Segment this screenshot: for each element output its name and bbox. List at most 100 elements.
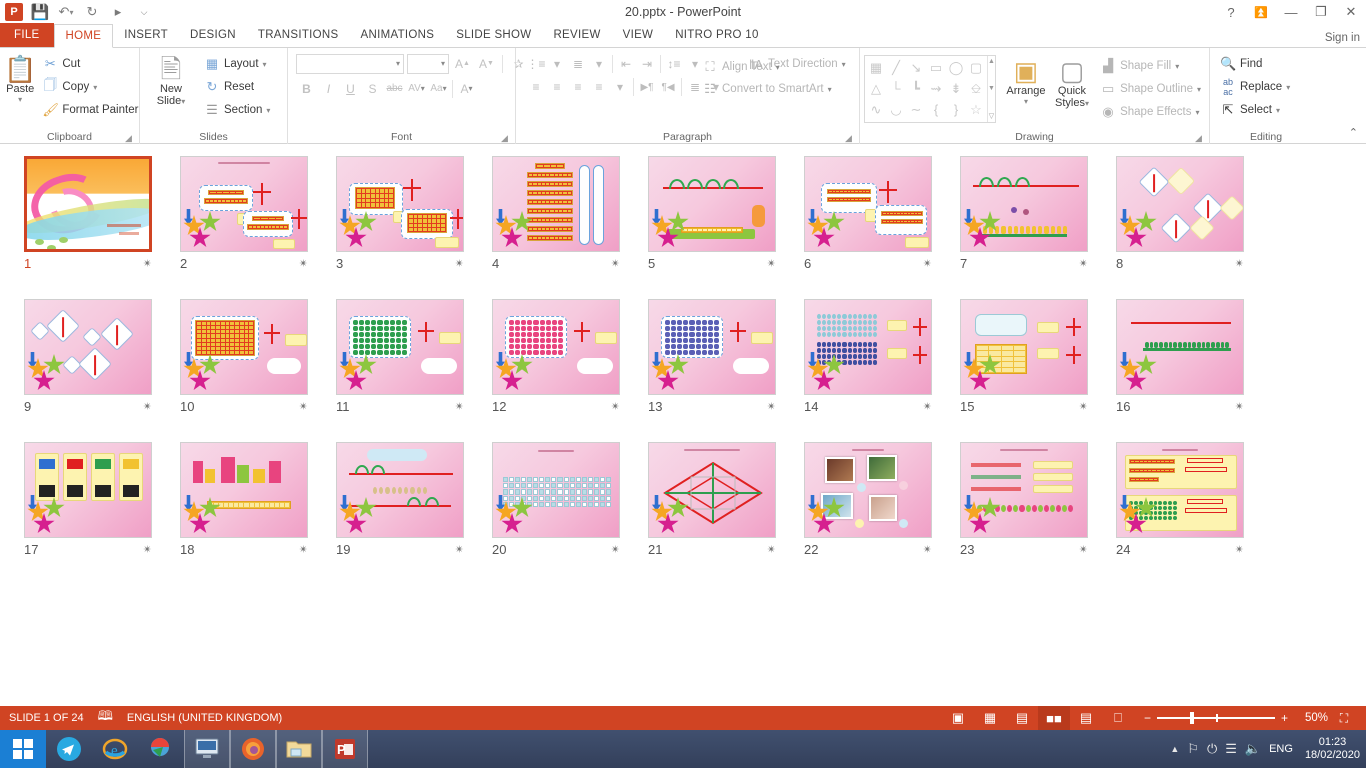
text-shadow-button[interactable]: S [362, 78, 383, 99]
ribbon-tab-strip[interactable]: FILE HOME INSERT DESIGN TRANSITIONS ANIM… [0, 24, 1366, 48]
zoom-out-button[interactable]: − [1144, 711, 1151, 725]
shape-right-brace-icon[interactable]: } [946, 99, 966, 120]
strikethrough-button[interactable]: abc [384, 78, 405, 99]
shape-star-icon[interactable]: ☆ [966, 99, 986, 120]
paste-dropdown-icon[interactable]: ▾ [18, 95, 22, 104]
bullets-button[interactable]: ⋮≡ [526, 54, 546, 74]
tab-slide-show[interactable]: SLIDE SHOW [445, 23, 542, 47]
rtl-direction-button[interactable]: ¶◀ [658, 77, 678, 97]
align-center-button[interactable]: ≡ [547, 77, 567, 97]
section-button[interactable]: ☰ Section ▾ [200, 99, 274, 121]
animation-star-icon[interactable]: ✴ [1235, 400, 1244, 413]
slideshow-view-button[interactable]: ⎕ [1102, 706, 1134, 730]
animation-star-icon[interactable]: ✴ [923, 400, 932, 413]
animation-star-icon[interactable]: ✴ [611, 400, 620, 413]
ltr-direction-button[interactable]: ▶¶ [637, 77, 657, 97]
shapes-scrollbar[interactable]: ▲ ▼ ▽ [987, 56, 995, 122]
animation-star-icon[interactable]: ✴ [299, 543, 308, 556]
new-slide-button[interactable]: 🖹 New Slide▾ [144, 53, 198, 108]
change-case-button[interactable]: Aa▾ [428, 78, 449, 99]
tab-review[interactable]: REVIEW [542, 23, 611, 47]
slide-thumbnail-2[interactable]: 2 ✴ [166, 154, 322, 297]
volume-icon[interactable]: 🔈 [1245, 741, 1261, 757]
justify-dropdown-icon[interactable]: ▾ [610, 77, 630, 97]
slide-thumbnail-6[interactable]: 6 ✴ [790, 154, 946, 297]
animation-star-icon[interactable]: ✴ [299, 400, 308, 413]
font-size-input[interactable]: ▾ [407, 54, 449, 74]
animation-star-icon[interactable]: ✴ [611, 543, 620, 556]
character-spacing-button[interactable]: AV▾ [406, 78, 427, 99]
font-color-button[interactable]: A▾ [456, 78, 477, 99]
idm-icon[interactable] [138, 730, 184, 768]
slide-thumbnail-18[interactable]: 18 ✴ [166, 440, 322, 583]
network-signal-icon[interactable]: ☰ [1225, 741, 1237, 757]
quick-access-toolbar[interactable]: P 💾 ↶▾ ↻ ▸ ⌵ [0, 1, 156, 23]
slide-thumbnail-24[interactable]: 24 ✴ [1102, 440, 1258, 583]
slide-thumbnail-9[interactable]: 9 ✴ [10, 297, 166, 440]
shape-oval-icon[interactable]: ◯ [946, 57, 966, 78]
telegram-icon[interactable] [46, 730, 92, 768]
shape-triangle-icon[interactable]: △ [866, 78, 886, 99]
tab-animations[interactable]: ANIMATIONS [350, 23, 446, 47]
shape-elbow-arrow-icon[interactable]: ┗ [906, 78, 926, 99]
animation-star-icon[interactable]: ✴ [1235, 257, 1244, 270]
language-indicator[interactable]: ENGLISH (UNITED KINGDOM) [127, 712, 282, 724]
zoom-level[interactable]: 50% [1298, 712, 1328, 724]
shapes-more-icon[interactable]: ▽ [989, 112, 994, 120]
select-button[interactable]: ⇱ Select▾ [1216, 99, 1294, 121]
font-dialog-launcher[interactable]: ◢ [500, 134, 509, 143]
animation-star-icon[interactable]: ✴ [611, 257, 620, 270]
customize-qat-icon[interactable]: ⌵ [132, 1, 156, 23]
justify-button[interactable]: ≡ [589, 77, 609, 97]
internet-explorer-icon[interactable]: e [92, 730, 138, 768]
action-center-flag-icon[interactable]: ⚐ [1187, 741, 1199, 757]
decrease-indent-button[interactable]: ⇤ [616, 54, 636, 74]
increase-indent-button[interactable]: ⇥ [637, 54, 657, 74]
tab-transitions[interactable]: TRANSITIONS [247, 23, 350, 47]
slide-thumbnail-12[interactable]: 12 ✴ [478, 297, 634, 440]
slide-thumbnail-22[interactable]: 22 ✴ [790, 440, 946, 583]
scroll-up-icon[interactable]: ▲ [988, 58, 995, 65]
spellcheck-icon[interactable]: 🕮 [98, 707, 113, 729]
quick-styles-button[interactable]: ▢ Quick Styles▾ [1050, 55, 1094, 110]
tab-view[interactable]: VIEW [612, 23, 665, 47]
zoom-in-button[interactable]: + [1281, 711, 1288, 725]
shapes-gallery[interactable]: ▦ ╱ ↘ ▭ ◯ ▢ △ └ ┗ ⇝ ⇟ ⎒ ∿ ◡ ∼ { } [864, 55, 996, 123]
start-slideshow-icon[interactable]: ▸ [106, 1, 130, 23]
ribbon-display-options-button[interactable]: ⏫ [1246, 0, 1276, 24]
align-right-button[interactable]: ≡ [568, 77, 588, 97]
slide-thumbnail-1[interactable]: 1 ✴ [10, 154, 166, 297]
restore-button[interactable]: ❐ [1306, 0, 1336, 24]
shape-right-arrow-icon[interactable]: ⇝ [926, 78, 946, 99]
align-left-button[interactable]: ≡ [526, 77, 546, 97]
slide-thumbnail-14[interactable]: 14 ✴ [790, 297, 946, 440]
paragraph-dialog-launcher[interactable]: ◢ [844, 134, 853, 143]
powerpoint-icon[interactable]: P [322, 730, 368, 768]
slide-counter[interactable]: SLIDE 1 OF 24 [9, 712, 84, 724]
font-name-input[interactable]: ▾ [296, 54, 404, 74]
line-spacing-button[interactable]: ↕≡ [664, 54, 684, 74]
close-button[interactable]: ✕ [1336, 0, 1366, 24]
clipboard-dialog-launcher[interactable]: ◢ [124, 134, 133, 143]
minimize-button[interactable]: — [1276, 0, 1306, 24]
animation-star-icon[interactable]: ✴ [143, 400, 152, 413]
slide-thumbnail-7[interactable]: 7 ✴ [946, 154, 1102, 297]
shape-left-brace-icon[interactable]: { [926, 99, 946, 120]
animation-star-icon[interactable]: ✴ [767, 543, 776, 556]
shape-curve-icon[interactable]: ∼ [906, 99, 926, 120]
shape-rectangle-icon[interactable]: ▭ [926, 57, 946, 78]
file-explorer-icon[interactable] [276, 730, 322, 768]
language-indicator-tray[interactable]: ENG [1269, 743, 1293, 755]
animation-star-icon[interactable]: ✴ [1235, 543, 1244, 556]
animation-star-icon[interactable]: ✴ [1079, 400, 1088, 413]
scroll-down-icon[interactable]: ▼ [988, 85, 995, 92]
animation-star-icon[interactable]: ✴ [455, 400, 464, 413]
zoom-slider-handle[interactable] [1190, 712, 1194, 724]
clock[interactable]: 01:23 18/02/2020 [1301, 736, 1360, 762]
shape-arrow-icon[interactable]: ↘ [906, 57, 926, 78]
reset-button[interactable]: ↻ Reset [200, 76, 274, 98]
redo-icon[interactable]: ↻ [80, 1, 104, 23]
reading-view-button[interactable]: ▤ [1070, 706, 1102, 730]
cut-button[interactable]: ✂ Cut [38, 53, 142, 75]
shape-arc-icon[interactable]: ◡ [886, 99, 906, 120]
